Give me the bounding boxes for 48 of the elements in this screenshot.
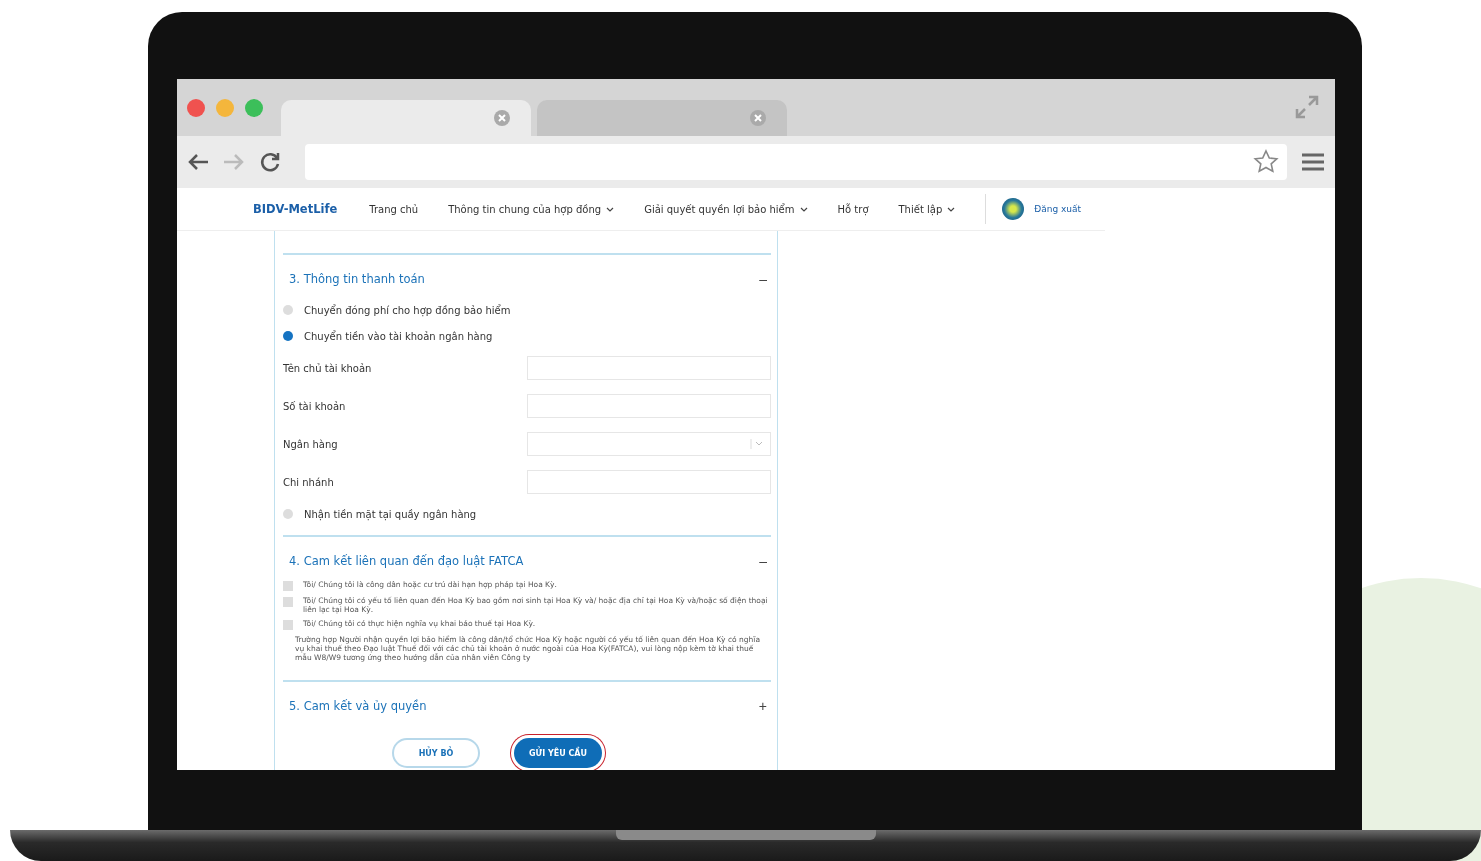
close-icon[interactable] (749, 109, 767, 127)
logout-link[interactable]: Đăng xuất (1034, 204, 1082, 214)
field-label: Tên chủ tài khoản (283, 362, 372, 374)
checkbox[interactable] (283, 597, 293, 607)
expand-icon[interactable] (1295, 95, 1319, 119)
nav-menu-item[interactable]: Thiết lập (898, 203, 956, 215)
chevron-down-icon (606, 206, 615, 212)
section-title[interactable]: 4. Cam kết liên quan đến đạo luật FATCA (289, 554, 524, 568)
chevron-down-icon (799, 206, 808, 212)
reload-icon[interactable] (259, 151, 281, 173)
forward-icon[interactable] (223, 153, 245, 171)
radio-label: Chuyển tiền vào tài khoản ngân hàng (304, 330, 493, 342)
radio-button[interactable] (283, 331, 293, 341)
radio-label: Nhận tiền mặt tại quầy ngân hàng (304, 508, 477, 520)
logo-text[interactable]: BIDV-MetLife (253, 202, 338, 216)
close-window-icon[interactable] (187, 98, 205, 117)
cancel-button[interactable]: HỦY BỎ (392, 738, 480, 769)
section-title[interactable]: 3. Thông tin thanh toán (289, 272, 425, 286)
field-label: Chi nhánh (283, 476, 334, 488)
section-title[interactable]: 5. Cam kết và ủy quyền (289, 699, 427, 714)
collapse-toggle[interactable]: – (759, 271, 767, 287)
nav-menu-item[interactable]: Giải quyết quyền lợi bảo hiểm (644, 203, 808, 215)
maximize-window-icon[interactable] (245, 98, 263, 117)
bank-dropdown[interactable] (527, 432, 771, 456)
expand-toggle[interactable]: + (758, 698, 767, 715)
radio-button[interactable] (283, 305, 293, 315)
nav-menu-item[interactable]: Thông tin chung của hợp đồng (448, 203, 615, 215)
radio-label: Chuyển đóng phí cho hợp đồng bảo hiểm (304, 304, 511, 316)
nav-menu-item[interactable]: Hỗ trợ (837, 203, 869, 215)
chevron-down-icon (947, 206, 956, 212)
input-field[interactable] (527, 356, 771, 380)
nav-menu-item[interactable]: Trang chủ (369, 203, 419, 215)
browser-tab[interactable] (281, 100, 531, 136)
collapse-toggle[interactable]: – (759, 553, 767, 569)
menu-icon[interactable] (1301, 152, 1325, 172)
back-icon[interactable] (187, 153, 209, 171)
checkbox[interactable] (283, 581, 293, 591)
close-icon[interactable] (493, 109, 511, 127)
field-label: Ngân hàng (283, 438, 338, 450)
input-field[interactable] (527, 470, 771, 494)
browser-tab[interactable] (537, 100, 787, 136)
field-label: Số tài khoản (283, 400, 346, 412)
input-field[interactable] (527, 394, 771, 418)
star-icon[interactable] (1253, 149, 1279, 175)
avatar-icon[interactable] (1002, 198, 1025, 220)
radio-button[interactable] (283, 509, 293, 519)
checkbox[interactable] (283, 620, 293, 631)
minimize-window-icon[interactable] (216, 98, 234, 117)
